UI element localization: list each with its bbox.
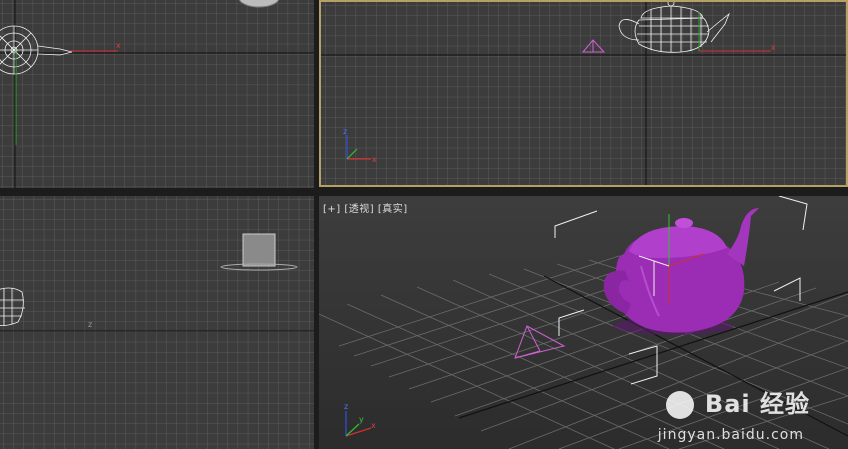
watermark-url: jingyan.baidu.com bbox=[657, 427, 804, 443]
left-viewport-grid: z bbox=[0, 196, 314, 449]
viewport-menu-plus[interactable]: [+] bbox=[323, 204, 341, 215]
axis-x-label-front: x bbox=[771, 43, 776, 52]
teapot-object bbox=[603, 208, 759, 335]
tripod-x-label: x bbox=[372, 155, 377, 164]
tripod-persp-x-label: x bbox=[371, 421, 376, 430]
baidu-paw-icon bbox=[665, 391, 694, 419]
perspective-grid bbox=[319, 255, 848, 449]
viewport-layout: x x x z z x y z [+] [透视] [真实] Bai 经验 jin… bbox=[0, 0, 848, 449]
front-viewport-grid: x x z bbox=[321, 2, 846, 185]
axis-z-label-left: z bbox=[88, 320, 92, 329]
perspective-viewport[interactable]: x y z [+] [透视] [真实] Bai 经验 jingyan.baidu… bbox=[319, 196, 848, 449]
tripod-z-label: z bbox=[343, 127, 347, 136]
top-viewport[interactable]: x bbox=[0, 0, 314, 188]
front-viewport[interactable]: x x z bbox=[319, 0, 848, 187]
viewport-shading-menu[interactable]: [真实] bbox=[378, 204, 408, 215]
baidu-watermark: Bai 经验 bbox=[664, 384, 810, 419]
watermark-brand: Bai 经验 bbox=[704, 390, 810, 418]
tripod-persp-y-label: y bbox=[359, 415, 364, 424]
top-viewport-grid: x bbox=[0, 0, 314, 188]
tripod-persp-z-label: z bbox=[344, 402, 348, 411]
viewport-view-menu[interactable]: [透视] bbox=[344, 204, 374, 215]
axis-x-label: x bbox=[116, 41, 121, 50]
left-viewport[interactable]: z bbox=[0, 196, 314, 449]
perspective-viewport-label: [+] [透视] [真实] bbox=[323, 200, 408, 215]
